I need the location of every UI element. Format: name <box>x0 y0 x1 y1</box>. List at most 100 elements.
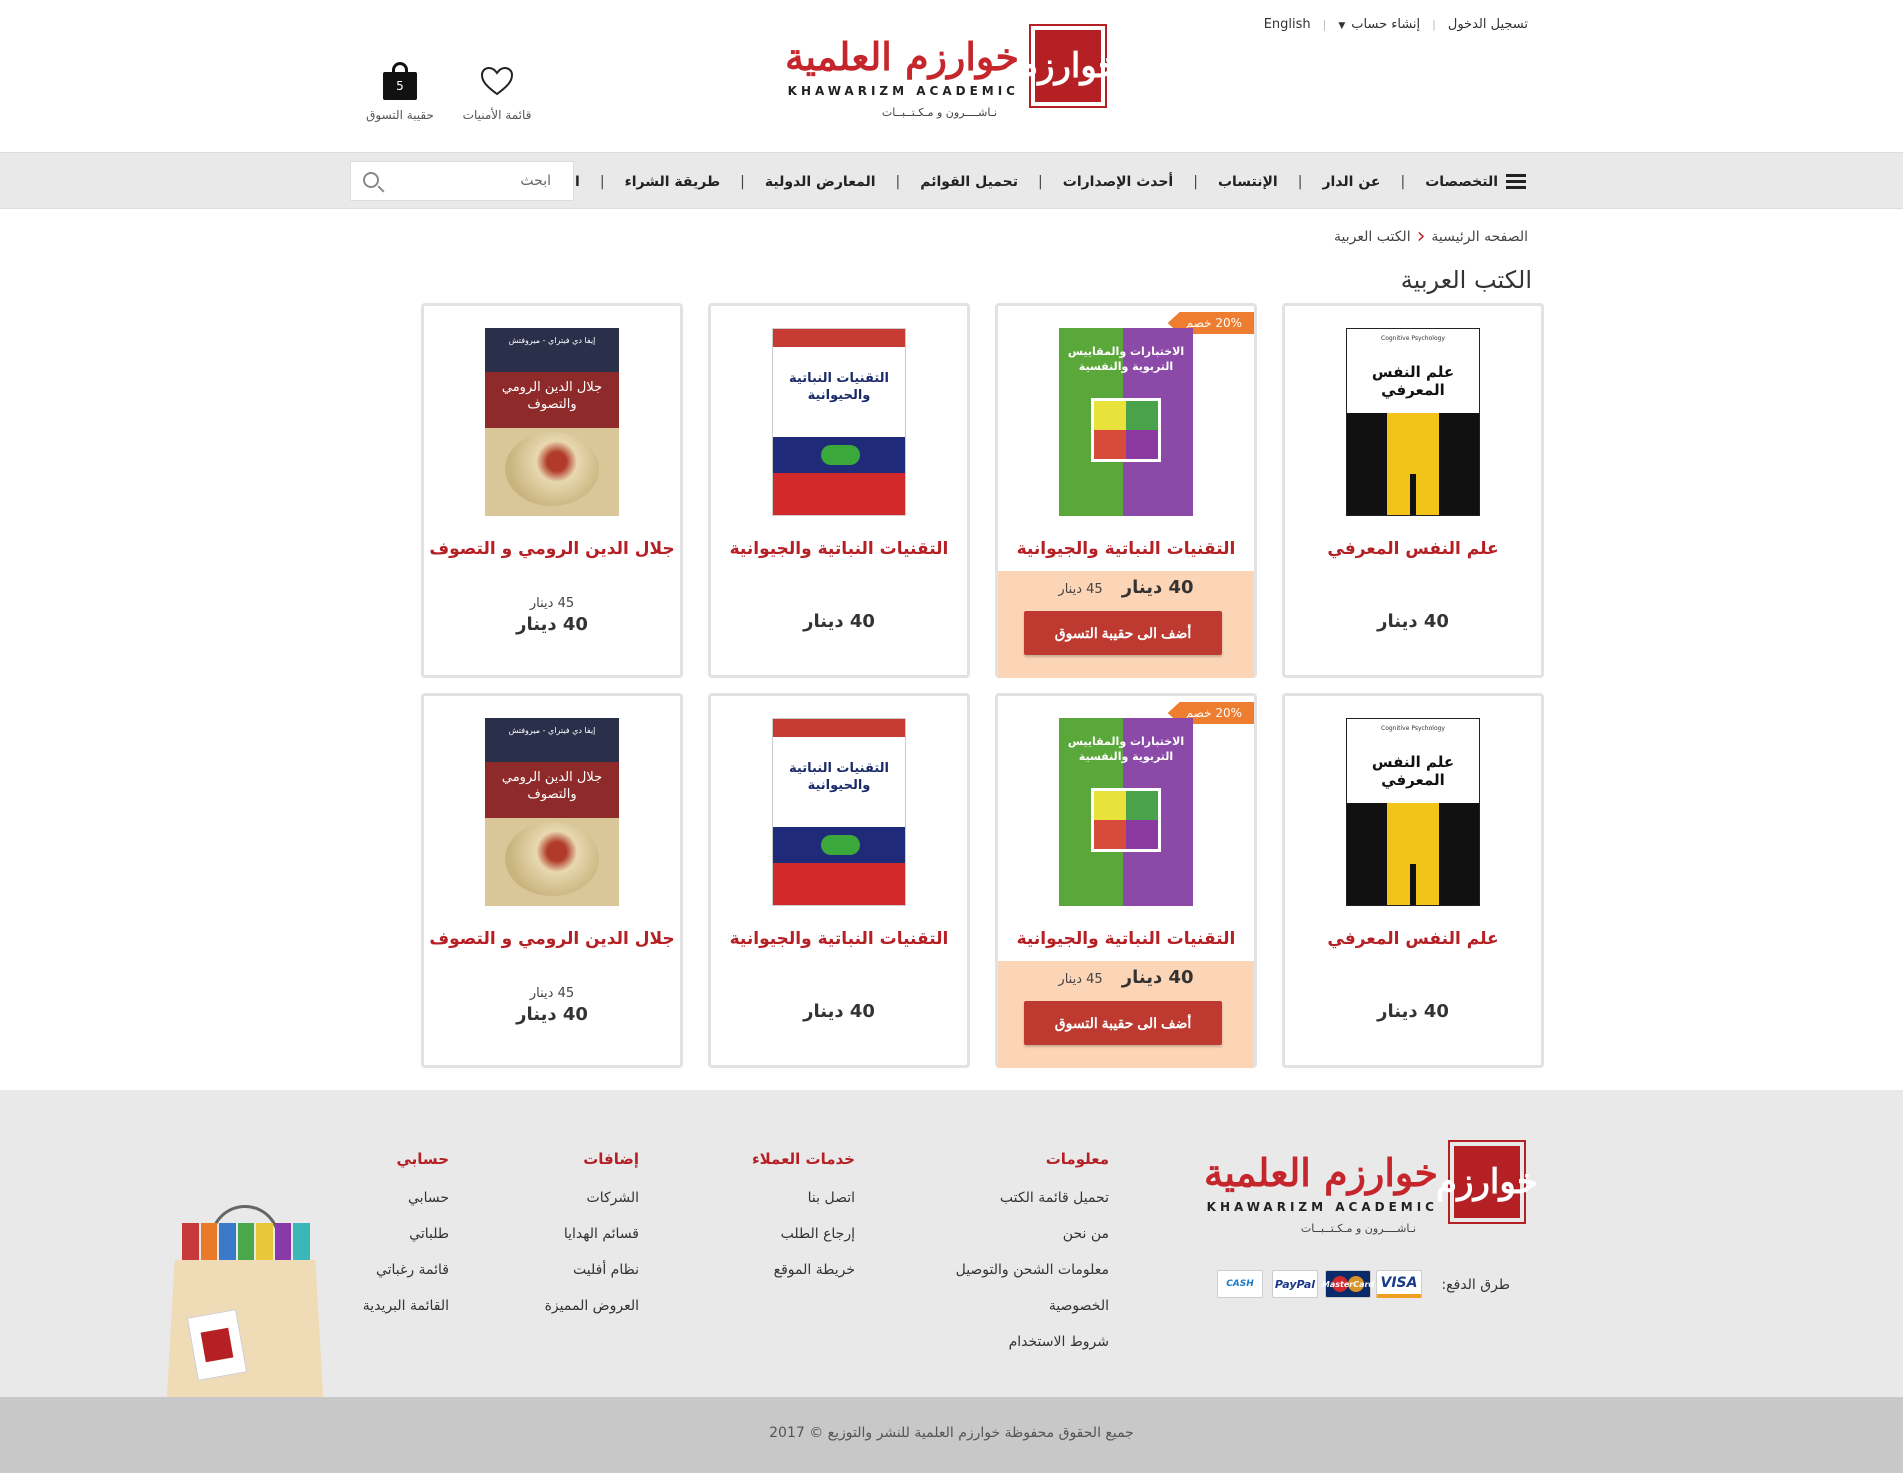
copyright-text: جميع الحقوق محفوظة خوارزم العلمية للنشر … <box>769 1425 1134 1441</box>
footer-link[interactable]: حسابي <box>363 1180 449 1216</box>
book-cover[interactable]: إيفا دي فيتراي - ميروفتش جلال الدين الروم… <box>485 328 619 516</box>
cover-title: علم النفس المعرفي <box>1371 753 1455 789</box>
logo-mark: خوارزم <box>1436 1140 1538 1224</box>
footer-link[interactable]: خريطة الموقع <box>752 1252 855 1288</box>
search-input[interactable] <box>393 162 573 200</box>
book-cover[interactable]: Cognitive Psychology علم النفس المعرفي <box>1346 328 1480 516</box>
footer-link[interactable]: نظام أفليت <box>545 1252 639 1288</box>
main-navbar: التخصصات | عن الدار | الإنتساب | أحدث ال… <box>0 152 1903 209</box>
mastercard-label: MasterCard <box>1321 1279 1375 1289</box>
nav-separator: | <box>599 173 605 190</box>
footer-logo[interactable]: خوارزم خوارزم العلمية KHAWARIZM ACADEMIC… <box>1204 1138 1538 1238</box>
product-title[interactable]: التقنيات النباتية والجيوانية <box>711 929 967 949</box>
footer-link[interactable]: تحميل قائمة الكتب <box>956 1180 1109 1216</box>
product-title[interactable]: علم النفس المعرفي <box>1285 539 1541 559</box>
chevron-left-icon: ‹ <box>1416 224 1426 249</box>
product-title[interactable]: جلال الدين الرومي و التصوف <box>424 539 680 559</box>
book-cover[interactable]: التقنيات النباتية والحيوانية <box>772 718 906 906</box>
price-row: 40 دينار 45 دينار <box>998 967 1254 988</box>
product-card[interactable]: التقنيات النباتية والحيوانية التقنيات ال… <box>708 303 970 678</box>
top-link-separator: | <box>1432 17 1436 31</box>
cover-title: الاختبارات والمقاييس التربوية والنفسية <box>1067 345 1185 374</box>
product-card[interactable]: 20% خصم الاختبارات والمقاييس التربوية وا… <box>995 693 1257 1068</box>
book-cover[interactable]: الاختبارات والمقاييس التربوية والنفسية <box>1059 328 1193 516</box>
footer-link[interactable]: اتصل بنا <box>752 1180 855 1216</box>
top-link-separator: | <box>1322 17 1327 31</box>
product-card[interactable]: إيفا دي فيتراي - ميروفتش جلال الدين الروم… <box>421 303 683 678</box>
add-to-cart-button[interactable]: أضف الى حقيبة التسوق <box>1024 611 1222 655</box>
nav-item-specializations[interactable]: التخصصات <box>1405 171 1546 192</box>
footer-heading: حسابي <box>396 1150 449 1168</box>
product-card[interactable]: 20% خصم الاختبارات والمقاييس التربوية وا… <box>995 303 1257 678</box>
nav-item-download-lists[interactable]: تحميل القوائم <box>900 174 1038 190</box>
product-price: 40 دينار <box>1121 577 1194 598</box>
footer-link[interactable]: معلومات الشحن والتوصيل <box>956 1252 1109 1288</box>
product-price: 40 دينار <box>803 1001 875 1022</box>
footer-link[interactable]: من نحن <box>956 1216 1109 1252</box>
logo-arabic-name: خوارزم العلمية <box>785 34 1019 79</box>
book-cover[interactable]: إيفا دي فيتراي - ميروفتش جلال الدين الروم… <box>485 718 619 906</box>
footer-column-account: حسابي حسابي طلباتي قائمة رغباتي القائمة … <box>363 1150 449 1324</box>
product-card[interactable]: إيفا دي فيتراي - ميروفتش جلال الدين الروم… <box>421 693 683 1068</box>
login-link[interactable]: تسجيل الدخول <box>1436 17 1540 32</box>
cover-tag: Cognitive Psychology <box>1381 335 1445 342</box>
footer-link[interactable]: القائمة البريدية <box>363 1288 449 1324</box>
cart-button[interactable]: 5 حقيبة التسوق <box>360 60 440 122</box>
logo-english-name: KHAWARIZM ACADEMIC <box>1206 1200 1438 1214</box>
register-link[interactable]: إنشاء حساب ▼ <box>1326 17 1432 32</box>
footer-link[interactable]: إرجاع الطلب <box>752 1216 855 1252</box>
footer-link[interactable]: قائمة رغباتي <box>363 1252 449 1288</box>
top-links: تسجيل الدخول | إنشاء حساب ▼ | English <box>1240 14 1540 34</box>
book-cover[interactable]: Cognitive Psychology علم النفس المعرفي <box>1346 718 1480 906</box>
nav-item-new-releases[interactable]: أحدث الإصدارات <box>1043 174 1193 190</box>
nav-separator: | <box>740 173 745 190</box>
register-label: إنشاء حساب <box>1351 16 1421 32</box>
menu-icon <box>1506 171 1526 192</box>
add-to-cart-button[interactable]: أضف الى حقيبة التسوق <box>1024 1001 1222 1045</box>
footer-link[interactable]: شروط الاستخدام <box>956 1324 1109 1360</box>
breadcrumb-home[interactable]: الصفحه الرئيسية <box>1431 229 1528 245</box>
visa-icon: VISA <box>1376 1270 1422 1298</box>
nav-item-membership[interactable]: الإنتساب <box>1198 174 1298 190</box>
search-icon[interactable] <box>363 172 379 188</box>
chevron-down-icon: ▼ <box>1338 20 1346 31</box>
footer-link[interactable]: طلباتي <box>363 1216 449 1252</box>
cover-tag: إيفا دي فيتراي - ميروفتش <box>508 726 596 735</box>
footer-link[interactable]: الشركات <box>545 1180 639 1216</box>
product-old-price: 45 دينار <box>529 596 575 611</box>
wishlist-button[interactable]: قائمة الأمنيات <box>455 60 539 122</box>
nav-item-about[interactable]: عن الدار <box>1302 174 1400 190</box>
product-title[interactable]: التقنيات النباتية والجيوانية <box>998 929 1254 949</box>
language-link[interactable]: English <box>1252 17 1323 32</box>
product-card[interactable]: Cognitive Psychology علم النفس المعرفي عل… <box>1282 693 1544 1068</box>
price-row: 40 دينار 45 دينار <box>998 577 1254 598</box>
product-old-price: 45 دينار <box>1058 582 1103 597</box>
footer-link[interactable]: العروض المميزة <box>545 1288 639 1324</box>
cover-title: التقنيات النباتية والحيوانية <box>789 371 889 403</box>
book-cover[interactable]: التقنيات النباتية والحيوانية <box>772 328 906 516</box>
breadcrumb-current: الكتب العربية <box>1334 229 1411 245</box>
site-logo[interactable]: خوارزم خوارزم العلمية KHAWARIZM ACADEMIC… <box>785 22 1119 122</box>
book-cover[interactable]: الاختبارات والمقاييس التربوية والنفسية <box>1059 718 1193 906</box>
product-card[interactable]: التقنيات النباتية والحيوانية التقنيات ال… <box>708 693 970 1068</box>
mastercard-icon: MasterCard <box>1321 1270 1375 1298</box>
footer-heading: معلومات <box>1045 1150 1109 1168</box>
footer-link[interactable]: الخصوصية <box>956 1288 1109 1324</box>
cover-title: التقنيات النباتية والحيوانية <box>789 761 889 793</box>
nav-item-exhibitions[interactable]: المعارض الدولية <box>745 174 896 190</box>
product-price: 40 دينار <box>1377 1001 1449 1022</box>
product-title[interactable]: التقنيات النباتية والجيوانية <box>711 539 967 559</box>
nav-separator: | <box>1038 173 1043 190</box>
shopping-bag-icon: 5 <box>360 60 440 102</box>
product-old-price: 45 دينار <box>1058 972 1103 987</box>
logo-arabic-name: خوارزم العلمية <box>1204 1150 1438 1195</box>
product-title[interactable]: علم النفس المعرفي <box>1285 929 1541 949</box>
product-title[interactable]: التقنيات النباتية والجيوانية <box>998 539 1254 559</box>
product-card[interactable]: Cognitive Psychology علم النفس المعرفي عل… <box>1282 303 1544 678</box>
product-title[interactable]: جلال الدين الرومي و التصوف <box>424 929 680 949</box>
cart-count: 5 <box>383 72 417 100</box>
nav-item-how-to-buy[interactable]: طريقة الشراء <box>605 174 741 190</box>
cover-title: جلال الدين الرومي والتصوف <box>501 770 603 802</box>
logo-mark-text: خوارزم <box>1017 30 1119 102</box>
footer-link[interactable]: قسائم الهدايا <box>545 1216 639 1252</box>
